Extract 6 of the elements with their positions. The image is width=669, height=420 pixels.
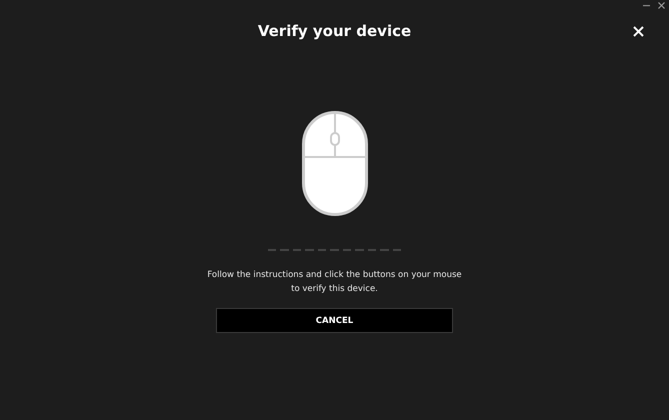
dialog-title: Verify your device [258,21,412,42]
close-icon[interactable] [658,2,665,9]
instruction-text: Follow the instructions and click the buttons on your mouse [207,269,462,282]
cancel-button[interactable]: CANCEL [216,308,453,333]
minimize-icon[interactable] [643,4,650,6]
instruction-text: to verify this device. [290,283,379,296]
